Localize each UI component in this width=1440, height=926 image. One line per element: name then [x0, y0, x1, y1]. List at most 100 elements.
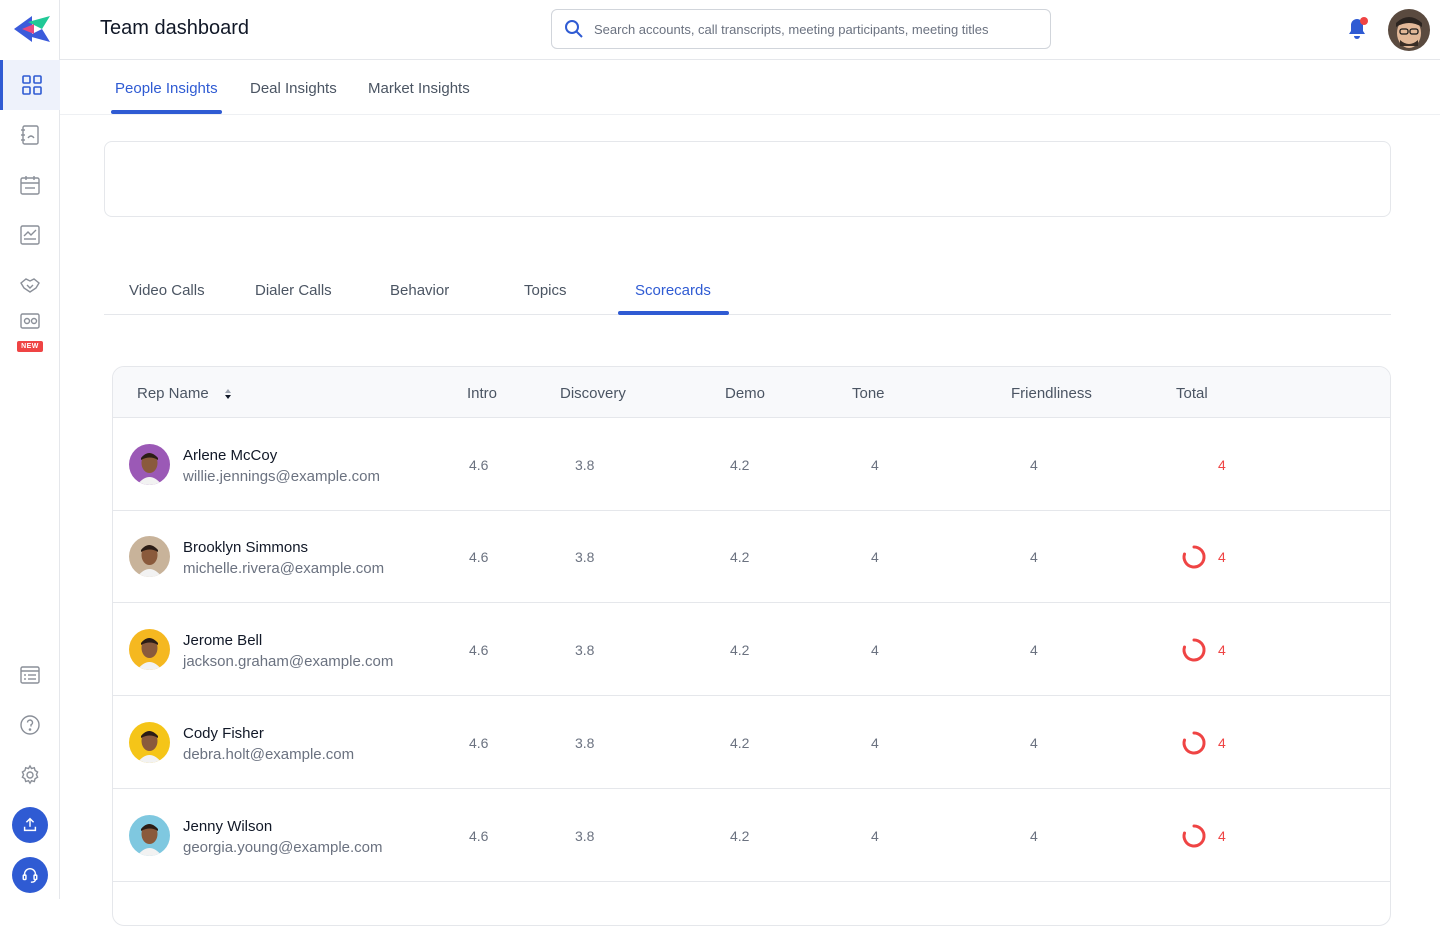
- tone-score: 4: [871, 549, 879, 565]
- rep-avatar: [129, 722, 170, 763]
- sidebar-item-help[interactable]: [0, 700, 60, 750]
- friendliness-score: 4: [1030, 828, 1038, 844]
- discovery-score: 3.8: [575, 735, 595, 751]
- tab-market-insights[interactable]: Market Insights: [368, 80, 470, 97]
- rep-avatar: [129, 444, 170, 485]
- table-row[interactable]: Brooklyn Simmons michelle.rivera@example…: [113, 510, 1390, 603]
- list-icon: [20, 666, 40, 684]
- total-progress-ring-icon: [1182, 731, 1206, 755]
- tab-video-calls[interactable]: Video Calls: [129, 282, 205, 299]
- header: Team dashboard: [60, 0, 1440, 60]
- tone-score: 4: [871, 735, 879, 751]
- rep-email: willie.jennings@example.com: [183, 468, 380, 485]
- settings-icon: [21, 764, 39, 785]
- table-row[interactable]: Jerome Bell jackson.graham@example.com 4…: [113, 603, 1390, 696]
- top-tabs: People Insights Deal Insights Market Ins…: [60, 60, 1440, 115]
- total-score: 4: [1218, 457, 1226, 473]
- table-header: Rep Name Intro Discovery Demo Tone Frien…: [113, 367, 1390, 418]
- column-header-rep-name[interactable]: Rep Name: [137, 385, 209, 402]
- tab-people-insights[interactable]: People Insights: [115, 80, 218, 97]
- rep-name[interactable]: Cody Fisher: [183, 725, 264, 742]
- sidebar-item-dashboard[interactable]: [0, 60, 60, 110]
- table-row[interactable]: Arlene McCoy willie.jennings@example.com…: [113, 418, 1390, 511]
- rep-name[interactable]: Jerome Bell: [183, 632, 262, 649]
- friendliness-score: 4: [1030, 735, 1038, 751]
- demo-score: 4.2: [730, 549, 750, 565]
- rep-email: debra.holt@example.com: [183, 746, 355, 763]
- upload-icon: [23, 817, 37, 832]
- discovery-score: 3.8: [575, 642, 595, 658]
- page-title: Team dashboard: [100, 17, 249, 39]
- tab-scorecards[interactable]: Scorecards: [635, 282, 711, 299]
- rep-email: georgia.young@example.com: [183, 839, 383, 856]
- discovery-score: 3.8: [575, 828, 595, 844]
- support-button[interactable]: [12, 857, 48, 893]
- tab-behavior[interactable]: Behavior: [390, 282, 449, 299]
- total-progress-ring-icon: [1182, 545, 1206, 569]
- intro-score: 4.6: [469, 642, 489, 658]
- tab-dialer-calls[interactable]: Dialer Calls: [255, 282, 332, 299]
- discovery-score: 3.8: [575, 549, 595, 565]
- rep-name[interactable]: Jenny Wilson: [183, 818, 272, 835]
- sidebar-item-settings[interactable]: [0, 750, 60, 800]
- total-score: 4: [1218, 549, 1226, 565]
- handshake-icon: [20, 278, 40, 293]
- search-icon: [565, 20, 583, 38]
- contacts-book-icon: [21, 125, 39, 145]
- sidebar-item-reports[interactable]: [0, 210, 60, 260]
- tab-topics[interactable]: Topics: [524, 282, 567, 299]
- table-row[interactable]: Cody Fisher debra.holt@example.com 4.6 3…: [113, 696, 1390, 789]
- demo-score: 4.2: [730, 457, 750, 473]
- upload-button[interactable]: [12, 807, 48, 843]
- tone-score: 4: [871, 828, 879, 844]
- total-score: 4: [1218, 642, 1226, 658]
- intro-score: 4.6: [469, 549, 489, 565]
- rep-avatar: [129, 815, 170, 856]
- rep-email: jackson.graham@example.com: [183, 653, 394, 670]
- demo-score: 4.2: [730, 735, 750, 751]
- radio-icon: [20, 313, 40, 329]
- column-header-friendliness: Friendliness: [1011, 385, 1092, 402]
- app-logo[interactable]: [12, 12, 52, 46]
- calendar-icon: [20, 176, 40, 195]
- friendliness-score: 4: [1030, 642, 1038, 658]
- filter-card: [104, 141, 1391, 217]
- sidebar-item-contacts[interactable]: [0, 110, 60, 160]
- notification-bell-icon[interactable]: [1345, 16, 1369, 42]
- search-bar[interactable]: [551, 9, 1051, 49]
- dashboard-icon: [21, 75, 42, 95]
- column-header-discovery: Discovery: [560, 385, 626, 402]
- discovery-score: 3.8: [575, 457, 595, 473]
- rep-avatar: [129, 629, 170, 670]
- rep-name[interactable]: Arlene McCoy: [183, 447, 277, 464]
- rep-avatar: [129, 536, 170, 577]
- sort-icon[interactable]: [223, 388, 233, 400]
- column-header-tone: Tone: [852, 385, 885, 402]
- total-progress-ring-icon: [1182, 638, 1206, 662]
- friendliness-score: 4: [1030, 549, 1038, 565]
- sidebar-item-list[interactable]: [0, 650, 60, 700]
- user-avatar[interactable]: [1388, 9, 1430, 51]
- user-avatar-image: [1388, 9, 1430, 51]
- tab-deal-insights[interactable]: Deal Insights: [250, 80, 337, 97]
- total-score: 4: [1218, 735, 1226, 751]
- tone-score: 4: [871, 457, 879, 473]
- table-row[interactable]: Jenny Wilson georgia.young@example.com 4…: [113, 789, 1390, 882]
- search-input[interactable]: [594, 21, 1044, 37]
- help-icon: [20, 715, 40, 735]
- support-headset-icon: [22, 868, 38, 883]
- report-chart-icon: [20, 225, 40, 245]
- sidebar-item-calendar[interactable]: [0, 160, 60, 210]
- column-header-intro: Intro: [467, 385, 498, 402]
- notification-dot: [1360, 17, 1368, 25]
- total-progress-ring-icon: [1182, 824, 1206, 848]
- new-badge: NEW: [17, 341, 43, 352]
- demo-score: 4.2: [730, 828, 750, 844]
- sidebar: NEW: [0, 0, 60, 899]
- intro-score: 4.6: [469, 735, 489, 751]
- rep-name[interactable]: Brooklyn Simmons: [183, 539, 308, 556]
- intro-score: 4.6: [469, 457, 489, 473]
- demo-score: 4.2: [730, 642, 750, 658]
- scorecards-table: Rep Name Intro Discovery Demo Tone Frien…: [112, 366, 1391, 926]
- intro-score: 4.6: [469, 828, 489, 844]
